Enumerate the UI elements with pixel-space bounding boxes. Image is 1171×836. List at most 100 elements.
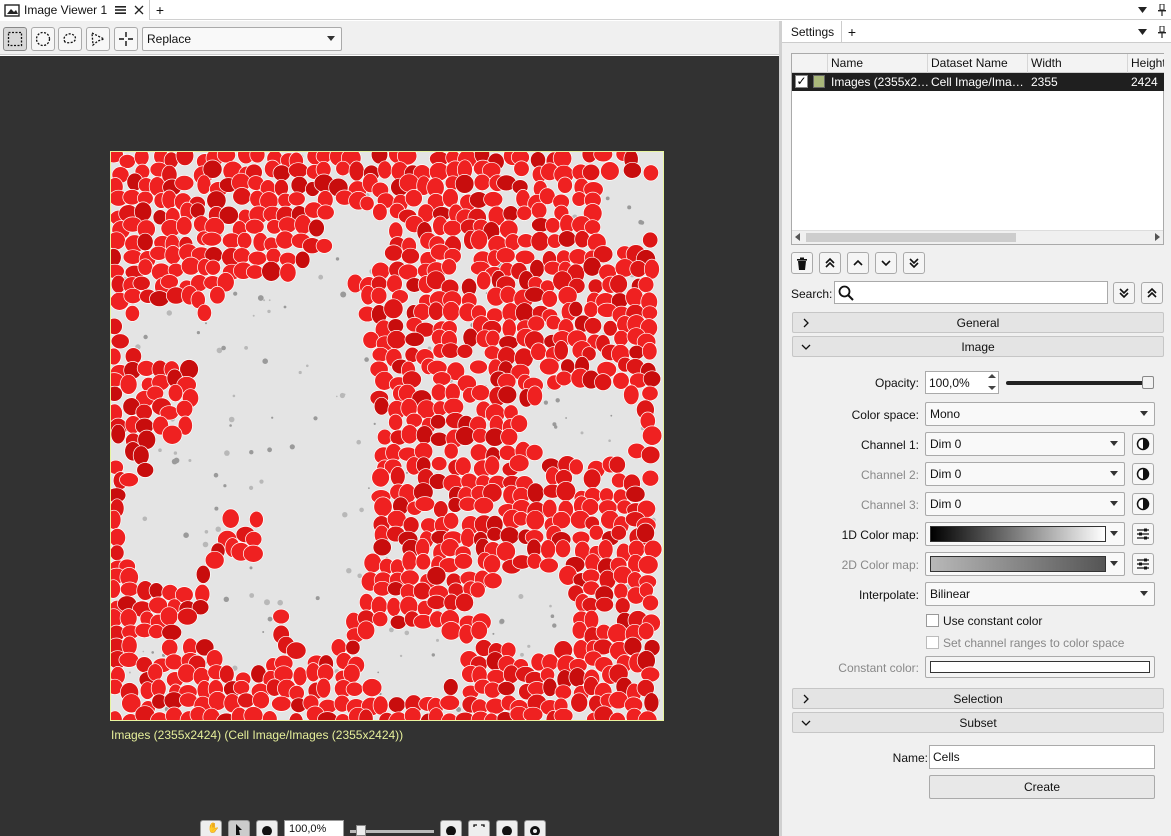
column-header-dataset[interactable]: Dataset Name <box>928 54 1028 73</box>
tab-menu-icon[interactable] <box>115 5 127 15</box>
color-space-dropdown[interactable]: Mono <box>925 402 1155 426</box>
color-space-label: Color space: <box>851 408 919 422</box>
tab-image-viewer[interactable]: Image Viewer 1 <box>0 0 150 20</box>
dropdown-arrow-icon <box>1110 471 1118 476</box>
contrast-icon <box>1136 467 1150 481</box>
delete-layer-button[interactable] <box>791 252 813 274</box>
pointer-icon <box>236 824 242 835</box>
polygon-select-button[interactable] <box>86 27 110 51</box>
zoom-out-button[interactable] <box>256 820 278 836</box>
channel2-dropdown[interactable]: Dim 0 <box>925 462 1125 486</box>
subset-name-label: Name: <box>892 751 928 765</box>
channel1-dropdown[interactable]: Dim 0 <box>925 432 1125 456</box>
pin-icon[interactable] <box>1153 0 1171 20</box>
scroll-right-icon[interactable] <box>1155 233 1160 241</box>
zoom-input[interactable]: 100,0% <box>284 820 344 836</box>
move-to-bottom-button[interactable] <box>903 252 925 274</box>
chevron-down-icon <box>881 260 891 267</box>
pointer-tool-button[interactable] <box>228 820 250 836</box>
scrollbar-thumb[interactable] <box>806 233 1016 242</box>
add-tab-button[interactable]: + <box>843 22 861 42</box>
search-input[interactable] <box>834 281 1108 304</box>
section-general-label: General <box>956 315 1000 330</box>
channel1-contrast-button[interactable] <box>1132 433 1154 455</box>
cell-image[interactable] <box>110 151 664 721</box>
column-header-select[interactable] <box>792 54 828 73</box>
dropdown-arrow-icon <box>327 36 335 41</box>
opacity-slider[interactable] <box>1006 376 1154 390</box>
section-subset[interactable]: Subset <box>792 712 1164 733</box>
column-header-name[interactable]: Name <box>828 54 928 73</box>
hand-icon: ✋ <box>207 823 220 834</box>
expand-all-button[interactable] <box>1113 282 1135 304</box>
row-height: 2424 <box>1131 75 1158 89</box>
move-down-button[interactable] <box>875 252 897 274</box>
table-row[interactable]: ✓ Images (2355x2… Cell Image/Ima… 2355 2… <box>792 73 1164 91</box>
zoom-in-button[interactable] <box>440 820 462 836</box>
cmap1-settings-button[interactable] <box>1132 523 1154 545</box>
cmap2-dropdown[interactable] <box>925 552 1125 576</box>
chevron-down-icon[interactable] <box>1133 22 1151 42</box>
cmap2-settings-button[interactable] <box>1132 553 1154 575</box>
image-viewer-canvas[interactable]: Images (2355x2424) (Cell Image/Images (2… <box>0 56 779 836</box>
channel3-dropdown[interactable]: Dim 0 <box>925 492 1125 516</box>
selection-mode-value: Replace <box>147 32 192 46</box>
spin-up-icon[interactable] <box>988 374 996 378</box>
table-header: Name Dataset Name Width Height <box>792 54 1164 73</box>
add-tab-button[interactable]: + <box>151 0 169 20</box>
set-channel-ranges-checkbox[interactable] <box>926 636 939 649</box>
dropdown-arrow-icon <box>1110 531 1118 536</box>
cmap1-label: 1D Color map: <box>841 528 919 542</box>
export-button[interactable] <box>496 820 518 836</box>
create-subset-button[interactable]: Create <box>929 775 1155 799</box>
layer-color-swatch[interactable] <box>813 75 825 88</box>
fit-view-button[interactable] <box>468 820 490 836</box>
constant-color-swatch[interactable] <box>925 656 1155 678</box>
table-horizontal-scrollbar[interactable] <box>792 230 1163 244</box>
collapse-all-button[interactable] <box>1141 282 1163 304</box>
pin-icon[interactable] <box>1153 22 1171 42</box>
chevron-down-icon[interactable] <box>1133 0 1151 20</box>
subset-name-input[interactable]: Cells <box>929 745 1155 769</box>
crosshair-select-button[interactable] <box>114 27 138 51</box>
dropdown-arrow-icon <box>1110 501 1118 506</box>
dropdown-arrow-icon <box>1140 591 1148 596</box>
fit-icon <box>473 824 485 827</box>
channel2-contrast-button[interactable] <box>1132 463 1154 485</box>
rectangle-select-icon <box>7 31 23 47</box>
spin-down-icon[interactable] <box>988 386 996 390</box>
interpolate-dropdown[interactable]: Bilinear <box>925 582 1155 606</box>
zoom-slider[interactable] <box>350 820 434 836</box>
use-constant-color-label: Use constant color <box>943 614 1043 628</box>
move-up-button[interactable] <box>847 252 869 274</box>
scroll-left-icon[interactable] <box>795 233 800 241</box>
close-icon[interactable] <box>134 5 144 15</box>
rectangle-select-button[interactable] <box>3 27 27 51</box>
trash-icon <box>797 257 807 270</box>
column-header-height[interactable]: Height <box>1128 54 1164 73</box>
gear-icon <box>530 826 540 836</box>
channel3-contrast-button[interactable] <box>1132 493 1154 515</box>
interpolate-value: Bilinear <box>930 587 971 601</box>
section-general[interactable]: General <box>792 312 1164 333</box>
lasso-select-button[interactable] <box>58 27 82 51</box>
selection-mode-dropdown[interactable]: Replace <box>142 27 342 51</box>
contrast-icon <box>1136 497 1150 511</box>
section-selection[interactable]: Selection <box>792 688 1164 709</box>
opacity-spinbox[interactable]: 100,0% <box>925 371 999 394</box>
opacity-slider-handle[interactable] <box>1142 376 1154 389</box>
image-viewer-icon <box>4 3 20 17</box>
column-header-width[interactable]: Width <box>1028 54 1128 73</box>
tab-settings[interactable]: Settings <box>784 21 842 43</box>
subset-name-value: Cells <box>933 750 960 764</box>
row-visible-checkbox[interactable]: ✓ <box>795 75 808 88</box>
zoom-in-icon <box>446 826 456 836</box>
section-image[interactable]: Image <box>792 336 1164 357</box>
cmap1-dropdown[interactable] <box>925 522 1125 546</box>
viewer-settings-button[interactable] <box>524 820 546 836</box>
move-to-top-button[interactable] <box>819 252 841 274</box>
use-constant-color-checkbox[interactable] <box>926 614 939 627</box>
pan-tool-button[interactable]: ✋ <box>200 820 222 836</box>
ellipse-select-button[interactable] <box>31 27 55 51</box>
polygon-select-icon <box>91 31 106 47</box>
